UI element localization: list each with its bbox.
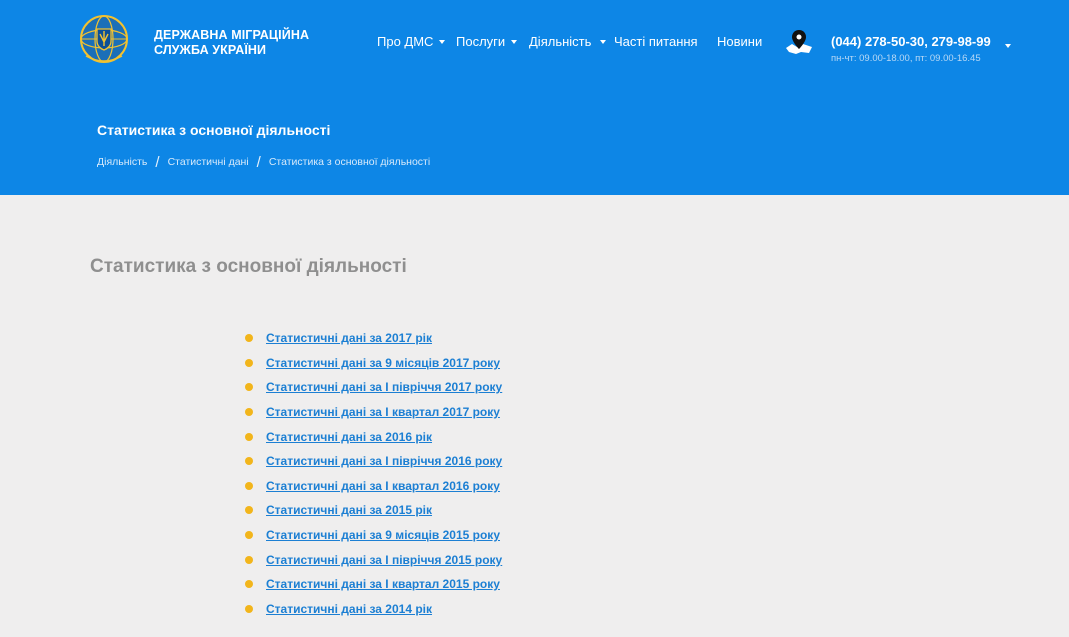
statistics-link[interactable]: Статистичні дані за І півріччя 2015 року: [266, 553, 502, 567]
brand-line-2: СЛУЖБА УКРАЇНИ: [154, 43, 267, 57]
working-hours: пн-чт: 09.00-18.00, пт: 09.00-16.45: [831, 53, 981, 64]
content-heading: Статистика з основної діяльності: [90, 256, 407, 277]
breadcrumb-item-statistics[interactable]: Статистичні дані: [168, 156, 249, 168]
nav-label: Про ДМС: [377, 34, 434, 49]
site-header: ДЕРЖАВНА МІГРАЦІЙНА СЛУЖБА УКРАЇНИ Про Д…: [0, 0, 1069, 195]
list-item: Статистичні дані за 2015 рік: [245, 498, 502, 523]
statistics-link[interactable]: Статистичні дані за І квартал 2016 року: [266, 479, 500, 493]
chevron-down-icon: [439, 40, 446, 44]
statistics-link[interactable]: Статистичні дані за І півріччя 2016 року: [266, 454, 502, 468]
list-item: Статистичні дані за 9 місяців 2017 року: [245, 351, 502, 376]
breadcrumb-separator: /: [256, 154, 261, 171]
chevron-down-icon: [600, 40, 607, 44]
breadcrumb-item-activity[interactable]: Діяльність: [97, 156, 147, 168]
statistics-link[interactable]: Статистичні дані за І квартал 2017 року: [266, 405, 500, 419]
statistics-link[interactable]: Статистичні дані за 2014 рік: [266, 602, 432, 616]
nav-label: Послуги: [456, 34, 506, 49]
page-title: Статистика з основної діяльності: [97, 122, 331, 138]
statistics-link[interactable]: Статистичні дані за 2016 рік: [266, 430, 432, 444]
bullet-icon: [245, 334, 253, 343]
bullet-icon: [245, 555, 253, 564]
chevron-down-icon[interactable]: [1005, 44, 1011, 48]
nav-label: Часті питання: [614, 34, 698, 49]
statistics-link[interactable]: Статистичні дані за 9 місяців 2015 року: [266, 528, 500, 542]
list-item: Статистичні дані за І півріччя 2015 року: [245, 547, 502, 572]
coat-of-arms-emblem-icon[interactable]: [78, 12, 130, 68]
list-item: Статистичні дані за І квартал 2015 року: [245, 572, 502, 597]
nav-item-about[interactable]: Про ДМС: [377, 34, 446, 49]
nav-label: Новини: [717, 34, 763, 49]
list-item: Статистичні дані за І квартал 2017 року: [245, 400, 502, 425]
bullet-icon: [245, 481, 253, 490]
bullet-icon: [245, 408, 253, 417]
breadcrumb-separator: /: [155, 154, 160, 171]
bullet-icon: [245, 580, 253, 589]
statistics-link[interactable]: Статистичні дані за 2017 рік: [266, 331, 432, 345]
statistics-link[interactable]: Статистичні дані за І квартал 2015 року: [266, 577, 500, 591]
map-pin-icon[interactable]: [784, 28, 814, 56]
statistics-link-list: Статистичні дані за 2017 рік Статистичні…: [245, 326, 502, 621]
bullet-icon: [245, 531, 253, 540]
list-item: Статистичні дані за 2016 рік: [245, 424, 502, 449]
statistics-link[interactable]: Статистичні дані за І півріччя 2017 року: [266, 380, 502, 394]
bullet-icon: [245, 432, 253, 441]
statistics-link[interactable]: Статистичні дані за 2015 рік: [266, 503, 432, 517]
contact-phone[interactable]: (044) 278-50-30, 279-98-99: [831, 34, 991, 49]
breadcrumb-item-current: Статистика з основної діяльності: [268, 156, 431, 168]
nav-item-services[interactable]: Послуги: [456, 34, 518, 49]
list-item: Статистичні дані за 9 місяців 2015 року: [245, 523, 502, 548]
list-item: Статистичні дані за І півріччя 2016 року: [245, 449, 502, 474]
bullet-icon: [245, 604, 253, 613]
breadcrumb: Діяльність / Статистичні дані / Статистика з…: [97, 154, 430, 171]
chevron-down-icon: [511, 40, 518, 44]
nav-item-news[interactable]: Новини: [717, 34, 762, 49]
nav-label: Діяльність: [529, 34, 592, 49]
brand-line-1: ДЕРЖАВНА МІГРАЦІЙНА: [154, 28, 310, 42]
list-item: Статистичні дані за 2014 рік: [245, 597, 502, 622]
bullet-icon: [245, 358, 253, 367]
bullet-icon: [245, 506, 253, 515]
list-item: Статистичні дані за І півріччя 2017 року: [245, 375, 502, 400]
statistics-link[interactable]: Статистичні дані за 9 місяців 2017 року: [266, 356, 500, 370]
list-item: Статистичні дані за 2017 рік: [245, 326, 502, 351]
list-item: Статистичні дані за І квартал 2016 року: [245, 474, 502, 499]
nav-item-activity[interactable]: Діяльність: [529, 34, 607, 49]
bullet-icon: [245, 383, 253, 392]
nav-item-faq[interactable]: Часті питання: [614, 34, 698, 49]
bullet-icon: [245, 457, 253, 466]
site-brand[interactable]: ДЕРЖАВНА МІГРАЦІЙНА СЛУЖБА УКРАЇНИ: [154, 28, 309, 58]
